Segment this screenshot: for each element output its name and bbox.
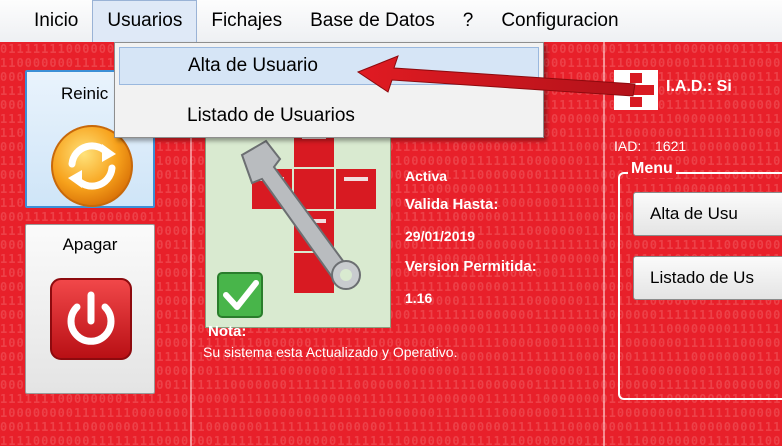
- system-status-image: [205, 114, 391, 328]
- menu-group-title: Menu: [628, 160, 676, 178]
- apagar-button[interactable]: Apagar: [25, 224, 155, 394]
- menu-inicio[interactable]: Inicio: [0, 0, 92, 42]
- power-icon: [50, 278, 132, 360]
- alta-usuario-button[interactable]: Alta de Usu: [633, 192, 782, 236]
- tools-icon: [217, 127, 376, 318]
- menu-configuracion[interactable]: Configuracion: [487, 0, 632, 42]
- menu-item-listado-usuarios[interactable]: Listado de Usuarios: [119, 97, 539, 135]
- note-text: Su sistema esta Actualizado y Operativo.: [203, 344, 458, 360]
- iad-value: 1621: [655, 138, 687, 154]
- column-divider: [603, 42, 605, 446]
- iad-title: I.A.D.: Si: [666, 78, 732, 95]
- listado-usuarios-button[interactable]: Listado de Us: [633, 256, 782, 300]
- apagar-label: Apagar: [62, 235, 118, 254]
- version-label: Version Permitida:: [405, 258, 537, 275]
- valid-until-label: Valida Hasta:: [405, 196, 499, 213]
- license-status: Activa: [405, 168, 448, 184]
- iad-logo-icon: [614, 70, 658, 110]
- menu-usuarios[interactable]: Usuarios: [92, 0, 198, 42]
- usuarios-dropdown-menu: Alta de Usuario Listado de Usuarios: [114, 42, 544, 138]
- menu-help[interactable]: ?: [449, 0, 488, 42]
- menu-fichajes[interactable]: Fichajes: [197, 0, 296, 42]
- menu-base-de-datos[interactable]: Base de Datos: [296, 0, 449, 42]
- valid-until-value: 29/01/2019: [405, 228, 476, 244]
- menu-item-alta-usuario[interactable]: Alta de Usuario: [119, 47, 539, 85]
- iad-label: IAD:: [614, 138, 642, 154]
- note-label: Nota:: [208, 323, 247, 340]
- version-value: 1.16: [405, 290, 433, 306]
- menu-bar: Inicio Usuarios Fichajes Base de Datos ?…: [0, 0, 782, 42]
